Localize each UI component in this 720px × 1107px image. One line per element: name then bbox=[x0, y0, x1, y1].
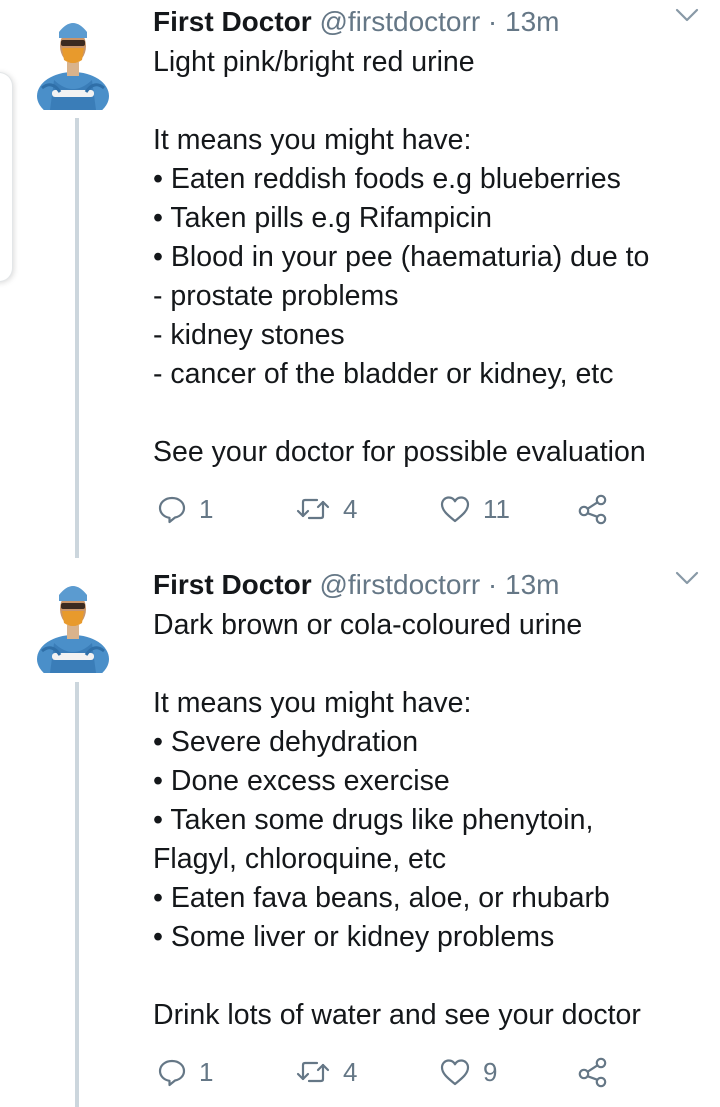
tweet-actions: 1 4 11 bbox=[153, 489, 623, 529]
tweet-header: First Doctor @firstdoctorr · 13m bbox=[153, 2, 699, 42]
chevron-down-icon[interactable] bbox=[674, 2, 700, 28]
retweet-button[interactable]: 4 bbox=[295, 1052, 357, 1092]
share-icon bbox=[578, 1057, 607, 1088]
tweet-text-line: • Done excess exercise bbox=[153, 765, 450, 797]
author-handle[interactable]: @firstdoctorr bbox=[319, 6, 480, 37]
tweet-text-line: • Some liver or kidney problems bbox=[153, 921, 555, 953]
timestamp[interactable]: 13m bbox=[505, 6, 559, 37]
like-button[interactable]: 11 bbox=[439, 489, 510, 529]
timestamp[interactable]: 13m bbox=[505, 569, 559, 600]
chevron-down-icon[interactable] bbox=[674, 565, 700, 591]
tweet-text-line: • Blood in your pee (haematuria) due to bbox=[153, 241, 650, 273]
tweet-text-line: Drink lots of water and see your doctor bbox=[153, 999, 641, 1031]
reply-icon bbox=[158, 1059, 186, 1087]
tweet-text-line: • Severe dehydration bbox=[153, 726, 419, 758]
share-icon bbox=[578, 494, 607, 525]
retweet-count: 4 bbox=[343, 1056, 358, 1087]
tweet-header: First Doctor @firstdoctorr · 13m bbox=[153, 565, 699, 605]
tweet-text-line: • Taken pills e.g Rifampicin bbox=[153, 202, 492, 234]
like-count: 9 bbox=[483, 1056, 498, 1087]
author-name[interactable]: First Doctor bbox=[153, 569, 312, 600]
tweet-text: Dark brown or cola-coloured urine It mea… bbox=[153, 606, 683, 1035]
tweet-text-line: • Eaten reddish foods e.g blueberries bbox=[153, 163, 621, 195]
reply-count: 1 bbox=[199, 493, 214, 524]
doctor-avatar[interactable] bbox=[32, 10, 114, 110]
heart-icon bbox=[440, 1059, 470, 1086]
tweet-text-line: - kidney stones bbox=[153, 319, 345, 351]
share-button[interactable] bbox=[577, 489, 609, 529]
tweet-text-line: It means you might have: bbox=[153, 687, 472, 719]
tweet[interactable]: First Doctor @firstdoctorr · 13m Dark br… bbox=[0, 563, 720, 1107]
doctor-avatar[interactable] bbox=[32, 573, 114, 673]
reply-count: 1 bbox=[199, 1056, 214, 1087]
tweet-text-line: - prostate problems bbox=[153, 280, 399, 312]
tweet-text-line: Light pink/bright red urine bbox=[153, 46, 475, 78]
separator-dot: · bbox=[487, 6, 498, 37]
share-button[interactable] bbox=[577, 1052, 609, 1092]
retweet-icon bbox=[296, 498, 330, 520]
tweet-text-line: Dark brown or cola-coloured urine bbox=[153, 609, 583, 641]
author-name[interactable]: First Doctor bbox=[153, 6, 312, 37]
tweet-text: Light pink/bright red urine It means you… bbox=[153, 43, 683, 472]
reply-button[interactable]: 1 bbox=[157, 1052, 213, 1092]
reply-button[interactable]: 1 bbox=[157, 489, 213, 529]
like-count: 11 bbox=[483, 493, 510, 524]
reply-icon bbox=[158, 496, 186, 524]
author-handle[interactable]: @firstdoctorr bbox=[319, 569, 480, 600]
tweet-actions: 1 4 9 bbox=[153, 1052, 623, 1092]
tweet-text-line: See your doctor for possible evaluation bbox=[153, 436, 646, 468]
separator-dot: · bbox=[487, 569, 498, 600]
retweet-button[interactable]: 4 bbox=[295, 489, 357, 529]
retweet-count: 4 bbox=[343, 493, 358, 524]
tweet-text-line: • Eaten fava beans, aloe, or rhubarb bbox=[153, 882, 610, 914]
tweet-text-line: - cancer of the bladder or kidney, etc bbox=[153, 358, 614, 390]
tweet[interactable]: First Doctor @firstdoctorr · 13m Light p… bbox=[0, 0, 720, 560]
heart-icon bbox=[440, 496, 470, 523]
tweet-text-line: • Taken some drugs like phenytoin, bbox=[153, 804, 594, 836]
retweet-icon bbox=[296, 1061, 330, 1083]
tweet-text-line: It means you might have: bbox=[153, 124, 472, 156]
like-button[interactable]: 9 bbox=[439, 1052, 497, 1092]
tweet-text-line: Flagyl, chloroquine, etc bbox=[153, 843, 447, 875]
